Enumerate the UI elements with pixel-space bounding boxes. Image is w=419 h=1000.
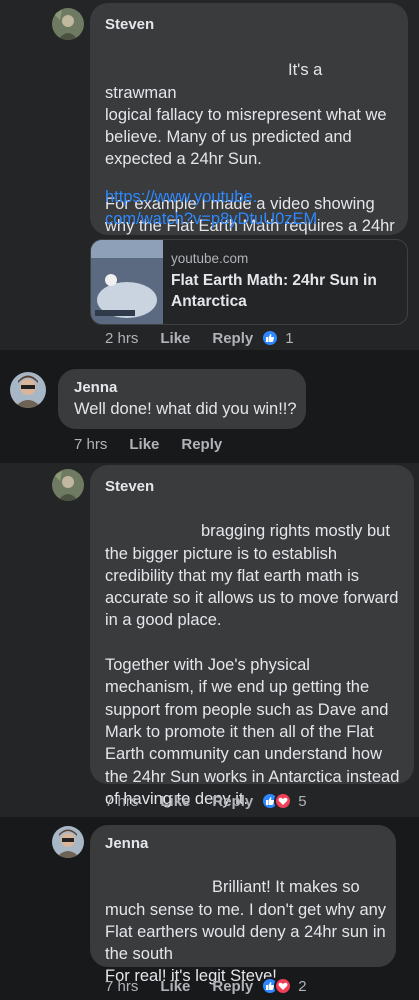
comment-time[interactable]: 7 hrs [105, 978, 138, 995]
reaction-count: 1 [285, 329, 294, 347]
link-preview-domain: youtube.com [171, 251, 249, 266]
comment-section: Steven It's a strawman logical fallacy t… [0, 0, 419, 350]
comment-time[interactable]: 7 hrs [105, 793, 138, 810]
like-icon [261, 329, 280, 347]
avatar[interactable] [52, 469, 84, 501]
comment-section: Jenna Well done! what did you win!!? 7 h… [0, 350, 419, 463]
like-button[interactable]: Like [160, 330, 190, 347]
comment-author[interactable]: Jenna [105, 835, 148, 852]
comment-text: Well done! what did you win!!? [74, 400, 297, 418]
link-preview-card[interactable]: youtube.com Flat Earth Math: 24hr Sun in… [90, 239, 408, 325]
link-preview-thumbnail [91, 240, 163, 324]
comment-actions: 7 hrs Like Reply [74, 432, 222, 456]
reaction-count: 5 [298, 792, 307, 810]
comment-text: bragging rights mostly but the bigger pi… [105, 498, 410, 832]
reaction-count: 2 [298, 977, 307, 995]
reply-button[interactable]: Reply [181, 436, 222, 453]
reactions[interactable]: 5 [261, 792, 307, 810]
comment-text-content: bragging rights mostly but the bigger pi… [105, 522, 400, 808]
comment-author[interactable]: Jenna [74, 379, 117, 396]
reply-button[interactable]: Reply [212, 330, 253, 347]
link-preview-title[interactable]: Flat Earth Math: 24hr Sun in Antarctica [171, 270, 403, 312]
comment-link[interactable]: https://www.youtube. com/watch?v=p8yDtuU… [105, 186, 402, 231]
comment-text-content: Brilliant! It makes so much sense to me.… [105, 878, 387, 986]
like-button[interactable]: Like [129, 436, 159, 453]
comment-time[interactable]: 7 hrs [74, 436, 107, 453]
reactions[interactable]: 1 [261, 329, 294, 347]
comment-section: Jenna Brilliant! It makes so much sense … [0, 817, 419, 1000]
comment-section: Steven bragging rights mostly but the bi… [0, 463, 419, 817]
avatar[interactable] [52, 826, 84, 858]
like-button[interactable]: Like [160, 978, 190, 995]
avatar[interactable] [10, 372, 46, 408]
comment-time[interactable]: 2 hrs [105, 330, 138, 347]
comment-actions: 7 hrs Like Reply 2 [105, 974, 307, 998]
comment-author[interactable]: Steven [105, 16, 154, 33]
comment-actions: 2 hrs Like Reply 1 [105, 326, 294, 350]
avatar[interactable] [52, 8, 84, 40]
reactions[interactable]: 2 [261, 977, 307, 995]
reply-button[interactable]: Reply [212, 793, 253, 810]
like-button[interactable]: Like [160, 793, 190, 810]
reply-button[interactable]: Reply [212, 978, 253, 995]
comment-actions: 7 hrs Like Reply 5 [105, 789, 307, 813]
love-icon [274, 792, 293, 810]
love-icon [274, 977, 293, 995]
comment-author[interactable]: Steven [105, 478, 154, 495]
